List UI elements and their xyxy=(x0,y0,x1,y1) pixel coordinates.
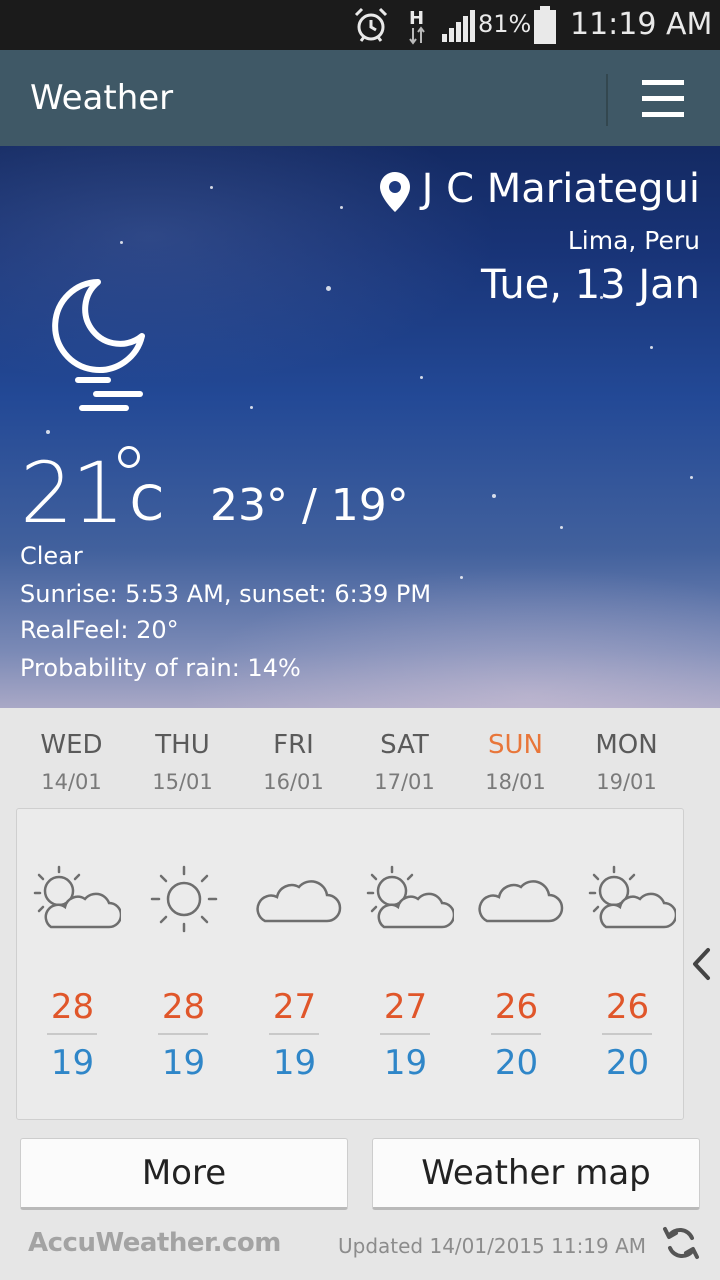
location-region: Lima, Peru xyxy=(567,226,700,255)
day-name: WED xyxy=(40,730,103,760)
partly-sunny-icon xyxy=(588,865,676,929)
forecast-low: 19 xyxy=(272,1043,317,1083)
day-name: SUN xyxy=(488,730,543,760)
status-bar: H 81% 11:19 AM xyxy=(0,0,720,50)
forecast-low: 19 xyxy=(383,1043,428,1083)
separator xyxy=(380,1033,430,1035)
hamburger-menu-icon[interactable] xyxy=(636,74,692,124)
forecast-high: 26 xyxy=(494,987,539,1027)
forecast-low: 20 xyxy=(605,1043,650,1083)
forecast-day[interactable]: SUN 18/01 xyxy=(460,708,571,794)
accuweather-logo[interactable]: AccuWeather.com xyxy=(28,1228,281,1258)
day-date: 15/01 xyxy=(152,770,213,794)
partly-sunny-icon xyxy=(33,865,121,929)
forecast-day[interactable]: FRI 16/01 xyxy=(238,708,349,794)
forecast-column[interactable]: 28 19 xyxy=(17,809,128,1119)
separator xyxy=(602,1033,652,1035)
moon-fog-icon xyxy=(52,279,145,411)
current-date: Tue, 13 Jan xyxy=(480,262,700,308)
forecast-card[interactable]: 28 19 28 19 27 19 27 19 26 20 26 20 xyxy=(16,808,684,1120)
location-pin-icon xyxy=(380,172,410,212)
forecast-day[interactable]: SAT 17/01 xyxy=(349,708,460,794)
svg-text:H: H xyxy=(409,8,424,29)
day-name: MON xyxy=(595,730,658,760)
forecast-column[interactable]: 26 20 xyxy=(461,809,572,1119)
chevron-left-icon[interactable] xyxy=(690,944,712,984)
rain-probability: Probability of rain: 14% xyxy=(20,654,301,682)
sunrise-sunset: Sunrise: 5:53 AM, sunset: 6:39 PM xyxy=(20,580,432,608)
day-date: 17/01 xyxy=(374,770,435,794)
clock: 11:19 AM xyxy=(570,7,713,42)
current-conditions-panel: J C Mariategui Lima, Peru Tue, 13 Jan 21… xyxy=(0,146,720,708)
updated-timestamp: Updated 14/01/2015 11:19 AM xyxy=(338,1234,647,1258)
forecast-day[interactable]: THU 15/01 xyxy=(127,708,238,794)
weather-map-button[interactable]: Weather map xyxy=(372,1138,700,1210)
high-low-temperature: 23° / 19° xyxy=(210,480,409,531)
forecast-high: 28 xyxy=(161,987,206,1027)
day-date: 18/01 xyxy=(485,770,546,794)
day-name: THU xyxy=(155,730,210,760)
forecast-low: 19 xyxy=(161,1043,206,1083)
forecast-column[interactable]: 27 19 xyxy=(239,809,350,1119)
day-name: SAT xyxy=(380,730,429,760)
action-bar-divider xyxy=(606,74,608,126)
alarm-icon xyxy=(354,7,388,42)
cloudy-icon xyxy=(478,880,564,923)
forecast-high: 28 xyxy=(50,987,95,1027)
partly-sunny-icon xyxy=(366,865,454,929)
forecast-days-header: WED 14/01 THU 15/01 FRI 16/01 SAT 17/01 … xyxy=(16,708,682,808)
app-title: Weather xyxy=(30,78,174,118)
forecast-day[interactable]: MON 19/01 xyxy=(571,708,682,794)
separator xyxy=(47,1033,97,1035)
signal-icon xyxy=(442,10,475,42)
forecast-low: 19 xyxy=(50,1043,95,1083)
condition-text: Clear xyxy=(20,542,83,570)
day-date: 16/01 xyxy=(263,770,324,794)
battery-icon xyxy=(534,6,556,44)
refresh-icon[interactable] xyxy=(662,1224,700,1262)
forecast-column[interactable]: 27 19 xyxy=(350,809,461,1119)
separator xyxy=(491,1033,541,1035)
sunny-icon xyxy=(150,865,218,933)
action-bar: Weather xyxy=(0,50,720,146)
forecast-high: 27 xyxy=(383,987,428,1027)
cloudy-icon xyxy=(256,880,342,923)
degree-icon xyxy=(118,446,140,468)
day-date: 14/01 xyxy=(41,770,102,794)
forecast-high: 27 xyxy=(272,987,317,1027)
more-button[interactable]: More xyxy=(20,1138,348,1210)
temperature-unit: C xyxy=(130,476,164,532)
forecast-low: 20 xyxy=(494,1043,539,1083)
separator xyxy=(269,1033,319,1035)
forecast-column[interactable]: 26 20 xyxy=(572,809,683,1119)
forecast-day[interactable]: WED 14/01 xyxy=(16,708,127,794)
forecast-column[interactable]: 28 19 xyxy=(128,809,239,1119)
h-network-icon: H xyxy=(409,8,425,45)
battery-percent: 81% xyxy=(478,10,532,38)
separator xyxy=(158,1033,208,1035)
realfeel: RealFeel: 20° xyxy=(20,616,179,644)
forecast-high: 26 xyxy=(605,987,650,1027)
location-name[interactable]: J C Mariategui xyxy=(422,166,700,212)
current-temperature: 21 xyxy=(20,444,125,542)
day-name: FRI xyxy=(273,730,314,760)
day-date: 19/01 xyxy=(596,770,657,794)
